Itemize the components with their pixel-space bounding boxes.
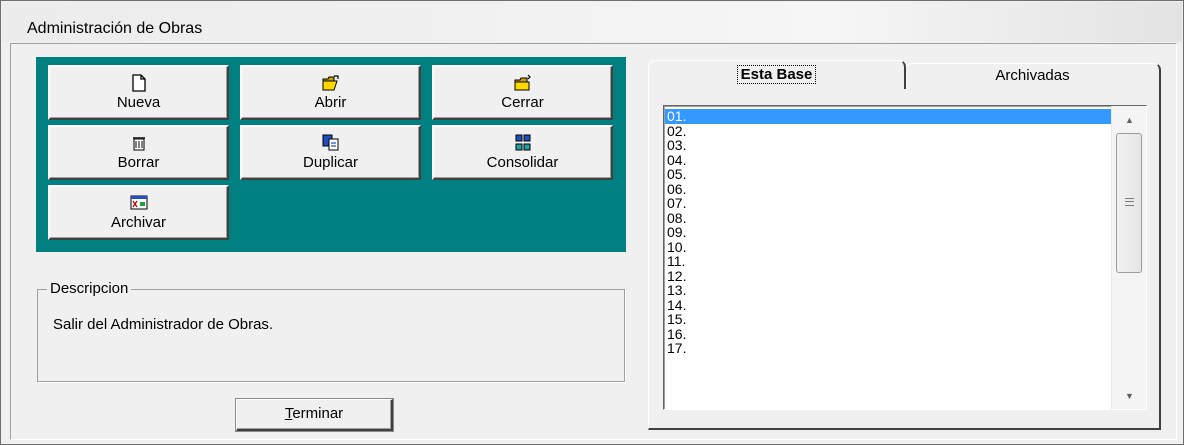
list-item[interactable]: 16.: [665, 326, 1115, 342]
terminar-label-rest: erminar: [292, 405, 344, 422]
abrir-button[interactable]: Abrir: [240, 65, 421, 120]
close-folder-icon: [514, 74, 531, 91]
list-item[interactable]: 03.: [665, 138, 1115, 153]
open-folder-icon: [322, 75, 339, 91]
scroll-down-arrow-icon: ▼: [1125, 391, 1134, 401]
list-item[interactable]: 10.: [665, 239, 1115, 255]
nueva-button[interactable]: Nueva: [48, 65, 229, 120]
list-item[interactable]: 05.: [665, 167, 1115, 182]
tab-esta-base[interactable]: Esta Base: [648, 60, 906, 89]
scroll-up-button[interactable]: ▲: [1112, 108, 1147, 132]
title-bar: Administración de Obras: [2, 2, 1182, 42]
description-group: [37, 289, 625, 382]
tab-archivadas[interactable]: Archivadas: [905, 63, 1161, 88]
terminar-button[interactable]: Terminar: [236, 399, 393, 431]
borrar-button[interactable]: Borrar: [48, 125, 229, 180]
tab-esta-base-label: Esta Base: [736, 65, 817, 84]
list-item[interactable]: 08.: [665, 210, 1115, 226]
tab-divider-cover: [650, 86, 904, 89]
scroll-down-button[interactable]: ▼: [1112, 384, 1147, 408]
window-title: Administración de Obras: [27, 20, 203, 37]
trash-icon: [132, 137, 145, 151]
list-item[interactable]: 13.: [665, 283, 1115, 298]
list-item[interactable]: 04.: [665, 152, 1115, 168]
description-legend: Descripcion: [47, 280, 132, 297]
list-item[interactable]: 01.: [665, 109, 1115, 124]
archivar-label: Archivar: [110, 214, 166, 231]
list-item[interactable]: 15.: [665, 312, 1115, 327]
list-item[interactable]: 14.: [665, 297, 1115, 313]
duplicate-icon: [322, 134, 338, 151]
vertical-scrollbar[interactable]: ▲ ▼: [1111, 106, 1146, 409]
cerrar-label: Cerrar: [501, 94, 544, 111]
borrar-label: Borrar: [117, 154, 160, 171]
grip-icon: [1125, 198, 1134, 206]
cerrar-button[interactable]: Cerrar: [432, 65, 613, 120]
abrir-label: Abrir: [314, 94, 347, 111]
duplicar-button[interactable]: Duplicar: [240, 125, 421, 180]
list-item[interactable]: 12.: [665, 268, 1115, 284]
list-items-container: 01. 02. 03. 04. 05. 06. 07. 08. 09. 10. 11. 12. 13. 1…: [665, 109, 1115, 356]
list-item[interactable]: 07.: [665, 196, 1115, 211]
archive-icon: [130, 195, 147, 210]
scroll-up-arrow-icon: ▲: [1125, 115, 1134, 125]
description-text: Salir del Administrador de Obras.: [53, 316, 274, 333]
list-item[interactable]: 09.: [665, 225, 1115, 240]
list-item[interactable]: 11.: [665, 254, 1115, 269]
new-document-icon: [131, 74, 146, 92]
tab-archivadas-label: Archivadas: [995, 67, 1070, 84]
consolidate-icon: [515, 134, 530, 151]
consolidar-label: Consolidar: [486, 154, 559, 171]
duplicar-label: Duplicar: [302, 154, 359, 171]
archivar-button[interactable]: Archivar: [48, 185, 229, 240]
consolidar-button[interactable]: Consolidar: [432, 125, 613, 180]
list-item[interactable]: 06.: [665, 181, 1115, 197]
nueva-label: Nueva: [116, 94, 161, 111]
scroll-thumb[interactable]: [1116, 133, 1142, 273]
action-button-panel: Nueva Abrir Cerrar Borrar Duplicar Conso…: [36, 57, 626, 252]
list-item[interactable]: 17.: [665, 341, 1115, 356]
list-item[interactable]: 02.: [665, 123, 1115, 139]
obras-listbox[interactable]: 01. 02. 03. 04. 05. 06. 07. 08. 09. 10. 11. 12. 13. 1…: [663, 105, 1147, 410]
